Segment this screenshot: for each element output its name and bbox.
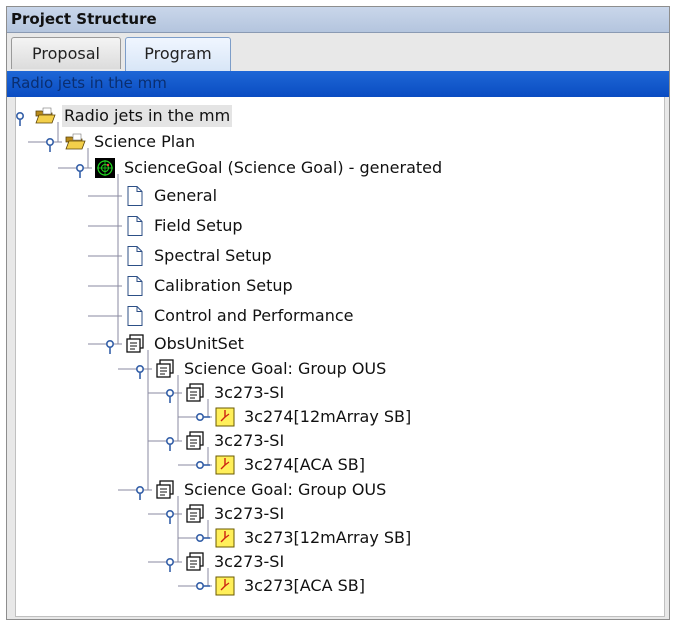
science-goal-icon: [94, 157, 116, 179]
obsunitset-icon: [184, 382, 206, 404]
open-folder-icon: [34, 105, 56, 127]
tree-toggle-icon: [166, 557, 175, 572]
obsunitset-icon: [184, 503, 206, 525]
tree-node-label: 3c274[12mArray SB]: [244, 407, 412, 426]
tree-node-label: ScienceGoal (Science Goal) - generated: [124, 158, 443, 177]
tree-toggle-icon: [166, 509, 175, 524]
tree-toggle-icon: [166, 388, 175, 403]
tree-node-label: Science Goal: Group OUS: [184, 359, 387, 378]
tree-node-label: Calibration Setup: [154, 276, 293, 295]
scheduling-block-icon: [214, 575, 236, 597]
tree-node-label: General: [154, 186, 218, 205]
tree-toggle-icon: [16, 112, 24, 126]
tree-node-label: 3c273[12mArray SB]: [244, 528, 412, 547]
tree-node-label: 3c273[ACA SB]: [244, 576, 365, 595]
tree-node-label: Radio jets in the mm: [62, 105, 233, 127]
tree-toggle-icon: [166, 436, 175, 451]
obsunitset-icon: [184, 430, 206, 452]
tree-toggle-icon: [45, 137, 54, 152]
panel-title: Project Structure: [7, 7, 669, 33]
tab-program[interactable]: Program: [125, 37, 231, 71]
tree-header-bar: Radio jets in the mm: [7, 71, 669, 97]
tree-node-label: Field Setup: [154, 216, 243, 235]
tree-node-label: 3c273-SI: [214, 504, 285, 523]
document-icon: [124, 275, 146, 297]
document-icon: [124, 215, 146, 237]
scheduling-block-icon: [214, 454, 236, 476]
obsunitset-icon: [124, 333, 146, 355]
scheduling-block-icon: [214, 527, 236, 549]
tab-proposal[interactable]: Proposal: [11, 37, 121, 69]
tree-toggle-icon: [75, 164, 84, 178]
tree-node-label: Control and Performance: [154, 306, 354, 325]
obsunitset-icon: [154, 479, 176, 501]
document-icon: [124, 305, 146, 327]
obsunitset-icon: [154, 358, 176, 380]
open-folder-icon: [64, 131, 86, 153]
tree-node-label: 3c273-SI: [214, 383, 285, 402]
project-tree[interactable]: Radio jets in the mm Science Plan ScienceG…: [15, 97, 665, 617]
tree-node-label: 3c273-SI: [214, 431, 285, 450]
scheduling-block-icon: [214, 406, 236, 428]
project-structure-panel: Project Structure Proposal Program Radio…: [6, 6, 670, 620]
tree-node-label: Science Plan: [94, 132, 196, 151]
tree-node-label: Spectral Setup: [154, 246, 272, 265]
tree-node-label: Science Goal: Group OUS: [184, 480, 387, 499]
obsunitset-icon: [184, 551, 206, 573]
tree-toggle-icon: [106, 340, 115, 354]
document-icon: [124, 245, 146, 267]
tree-node-label: 3c273-SI: [214, 552, 285, 571]
tree-node-label: 3c274[ACA SB]: [244, 455, 365, 474]
tab-bar: Proposal Program: [7, 33, 669, 71]
tree-toggle-icon: [136, 485, 145, 500]
document-icon: [124, 185, 146, 207]
tree-node-label: ObsUnitSet: [154, 334, 244, 353]
tree-toggle-icon: [136, 364, 145, 379]
